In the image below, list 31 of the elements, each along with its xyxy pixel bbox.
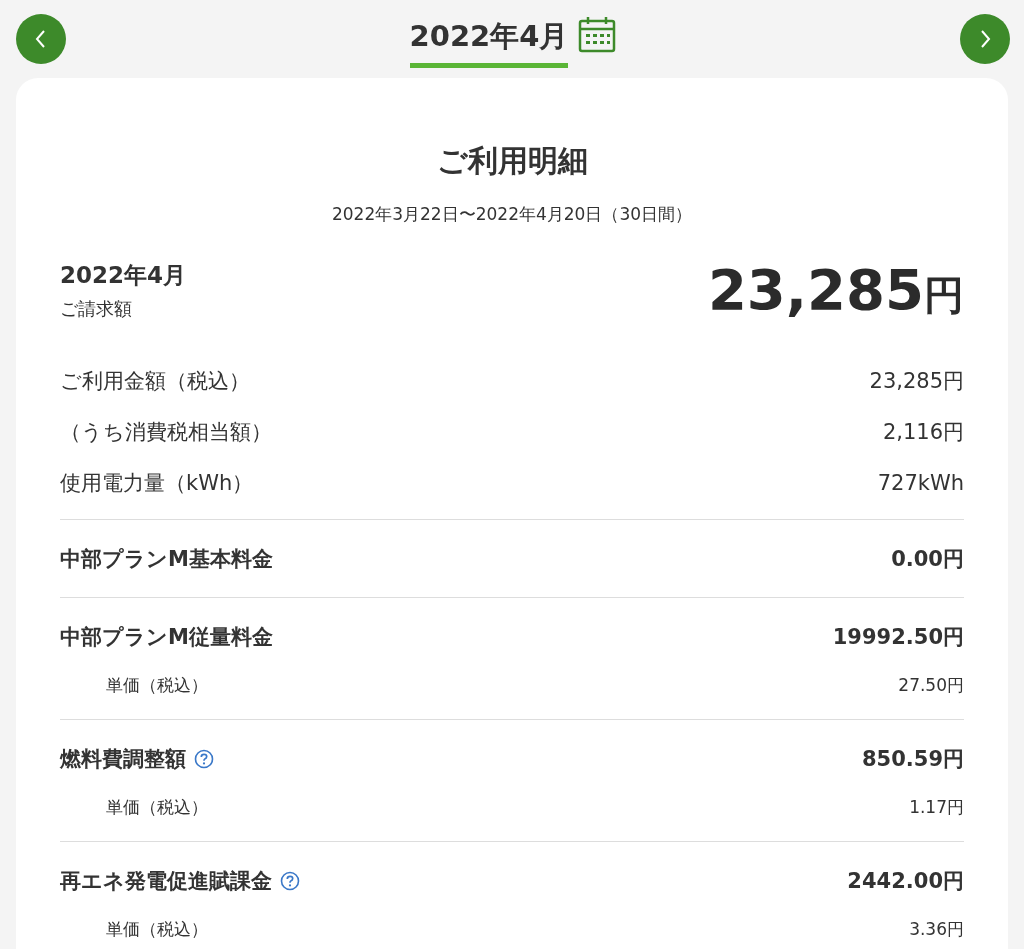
billing-label: ご請求額	[60, 296, 133, 321]
charge-amount: 850.59円	[861, 746, 964, 773]
unit-price-label: 単価（税込）	[106, 673, 208, 697]
charge-name: 燃料費調整額	[60, 746, 186, 773]
charge-name: 中部プランM基本料金	[60, 546, 273, 573]
help-icon[interactable]	[194, 749, 214, 769]
summary-label: 使用電力量（kWh）	[60, 469, 254, 497]
summary-value: 727kWh	[877, 470, 964, 495]
summary-value: 2,116円	[882, 418, 964, 446]
billing-period: 2022年3月22日〜2022年4月20日（30日間）	[330, 203, 694, 226]
unit-price-value: 27.50円	[898, 673, 964, 697]
charge-amount: 0.00円	[891, 546, 964, 573]
statement-title: ご利用明細	[435, 142, 589, 180]
help-icon[interactable]	[280, 871, 300, 891]
calendar-icon[interactable]	[578, 16, 617, 54]
charge-amount: 2442.00円	[847, 868, 964, 895]
previous-month-button[interactable]	[16, 14, 66, 64]
charge-name: 再エネ発電促進賦課金	[60, 868, 272, 895]
billing-amount: 23,285円	[707, 257, 964, 323]
summary-label: ご利用金額（税込）	[60, 367, 250, 395]
unit-price-value: 3.36円	[909, 917, 964, 941]
summary-value: 23,285円	[869, 367, 964, 395]
billing-month: 2022年4月	[60, 260, 187, 290]
charge-name: 中部プランM従量料金	[60, 624, 273, 651]
month-label[interactable]: 2022年4月	[409, 12, 569, 68]
charge-amount: 19992.50円	[832, 624, 964, 651]
unit-price-label: 単価（税込）	[106, 795, 208, 819]
unit-price-value: 1.17円	[909, 795, 964, 819]
summary-label: （うち消費税相当額）	[60, 418, 272, 446]
next-month-button[interactable]	[960, 14, 1010, 64]
unit-price-label: 単価（税込）	[106, 917, 208, 941]
